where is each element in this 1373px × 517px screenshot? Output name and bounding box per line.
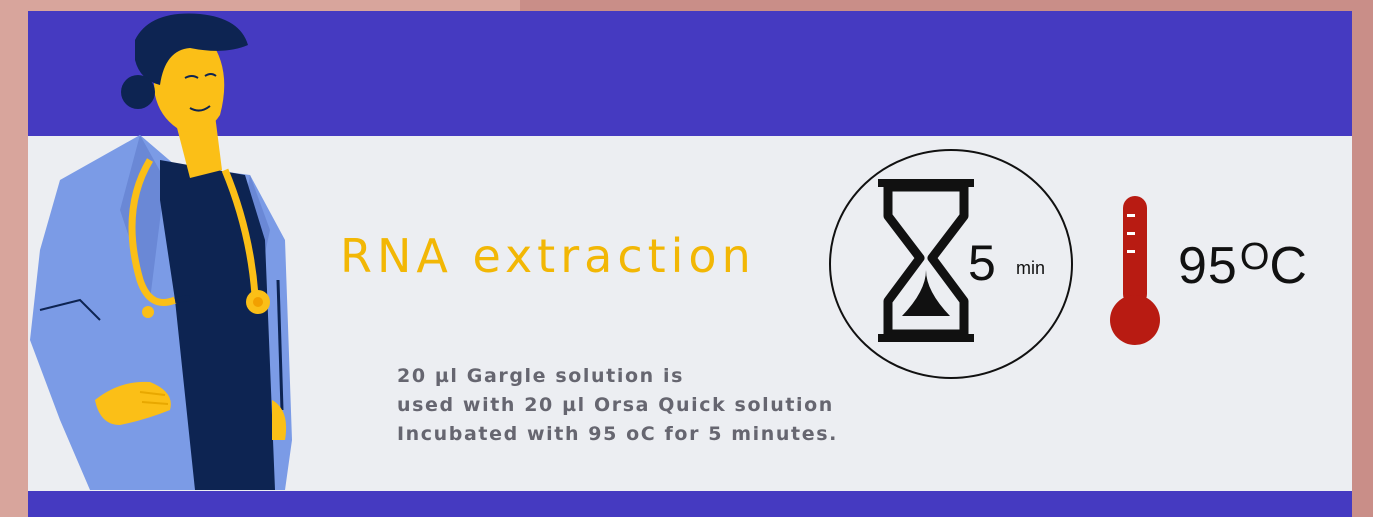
temperature-unit: C (1269, 237, 1307, 295)
doctor-illustration (30, 13, 292, 490)
description-line: Incubated with 95 oC for 5 minutes. (397, 423, 838, 445)
timer-badge: 5 min (826, 146, 1076, 382)
timer-value: 5 (968, 235, 996, 291)
temperature-readout: 95OC (1178, 237, 1307, 295)
description-line: used with 20 µl Orsa Quick solution (397, 394, 834, 416)
description: 20 µl Gargle solution is used with 20 µl… (397, 362, 838, 449)
thermometer-icon (1110, 196, 1160, 345)
page-title: RNA extraction (340, 229, 756, 283)
description-line: 20 µl Gargle solution is (397, 365, 684, 387)
degree-symbol: O (1239, 236, 1270, 278)
timer-unit: min (1016, 258, 1046, 278)
temperature-value: 95 (1178, 237, 1238, 295)
